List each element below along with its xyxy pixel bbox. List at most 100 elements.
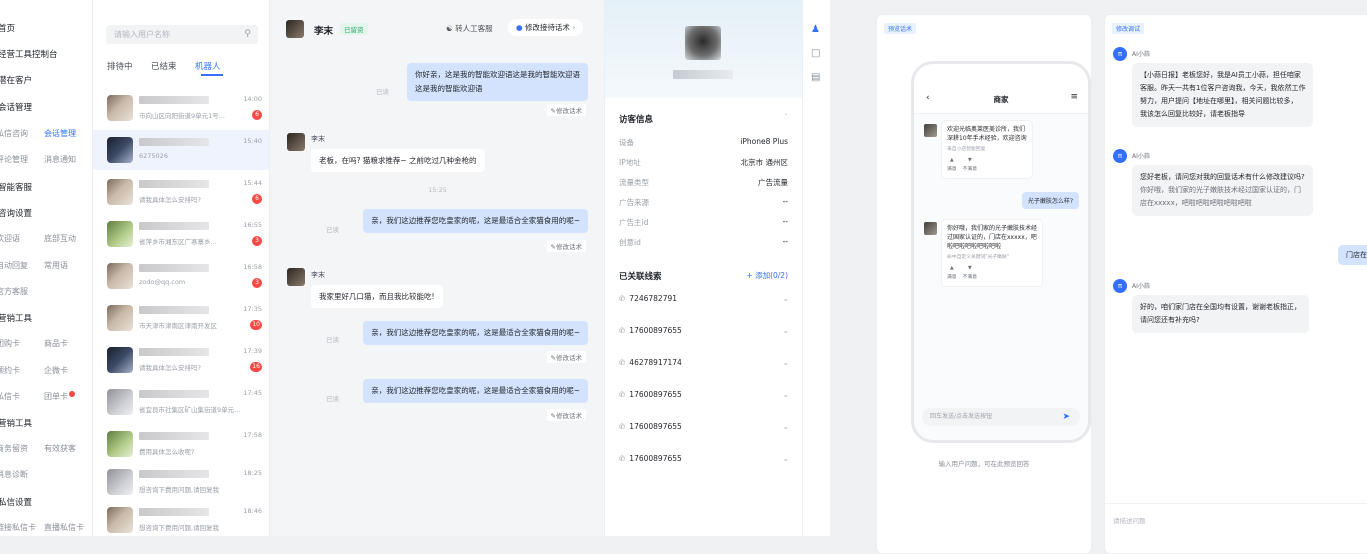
lead-item[interactable]: ✆ 46278917174 ⌄ bbox=[619, 358, 789, 367]
user-icon[interactable]: ♟ bbox=[811, 24, 820, 35]
sidebar-item-official[interactable]: 官方客服 bbox=[0, 286, 28, 297]
sidebar-item-acquire[interactable]: 有效获客 bbox=[44, 443, 76, 454]
chevron-up-icon[interactable]: ˆ bbox=[784, 113, 788, 122]
conversation-item[interactable]: zodo@qq.com 16:58 3 bbox=[93, 256, 269, 296]
ai-message: 好的，咱们家门店在全国均有设置，谢谢老板指正， 请问您还有补充吗? bbox=[1132, 295, 1309, 333]
like-label: 满意 bbox=[947, 167, 957, 172]
like-button[interactable]: ▲ 满意 bbox=[947, 156, 957, 174]
field-value: -- bbox=[782, 217, 788, 226]
field-label: 广告主id bbox=[619, 218, 649, 227]
lead-item[interactable]: ✆ 17600897655 ⌄ bbox=[619, 422, 789, 431]
sidebar-item-team-card[interactable]: 团单卡 bbox=[44, 391, 75, 402]
sidebar-group-session[interactable]: 会话管理 bbox=[0, 101, 32, 113]
sidebar-group-ai-service[interactable]: 智能客服 bbox=[0, 181, 32, 193]
lead-item[interactable]: ✆ 17600897655 ⌄ bbox=[619, 454, 789, 463]
transfer-human-button[interactable]: ☯ 转人工客服 bbox=[446, 23, 493, 34]
sidebar-item-business[interactable]: 商务留资 bbox=[0, 443, 28, 454]
phone-title: 商家 bbox=[993, 95, 1009, 104]
avatar bbox=[107, 221, 133, 247]
edit-script-button[interactable]: ✎修改话术 bbox=[546, 351, 586, 363]
conversation-item[interactable]: 想咨询下费用问题,请回复我 18:25 bbox=[93, 462, 269, 502]
sidebar-item-goods-card[interactable]: 商品卡 bbox=[44, 338, 68, 349]
conversation-item[interactable]: 市天津市津南区津南开发区 17:35 10 bbox=[93, 298, 269, 338]
send-icon[interactable]: ➤ bbox=[1062, 408, 1070, 426]
sidebar-item-comment[interactable]: 评论管理 bbox=[0, 154, 28, 165]
tab-underline bbox=[201, 74, 223, 76]
merchant-avatar bbox=[924, 222, 937, 235]
chevron-down-icon: ⌄ bbox=[782, 294, 789, 303]
sidebar-item-session-manage[interactable]: 会话管理 bbox=[44, 128, 76, 139]
sidebar-item-notify[interactable]: 消息通知 bbox=[44, 154, 76, 165]
bot-message-text: 欢迎光临奥莱医美诊所，我们 深耕10年手术经验，欢迎咨询 bbox=[947, 126, 1027, 142]
sidebar-item-common[interactable]: 常用语 bbox=[44, 260, 68, 271]
sidebar-group-marketing2[interactable]: 营销工具 bbox=[0, 417, 32, 429]
edit-script-button[interactable]: ✎修改话术 bbox=[546, 240, 586, 252]
lead-item[interactable]: ✆ 17600897655 ⌄ bbox=[619, 326, 789, 335]
sidebar-group-consult[interactable]: 咨询设置 bbox=[0, 207, 32, 219]
sidebar-item-book-card[interactable]: 预约卡 bbox=[0, 365, 20, 376]
tab-ended[interactable]: 已结束 bbox=[151, 60, 177, 72]
conversation-item[interactable]: 市向山区向阳街道9单元1号... 14:00 6 bbox=[93, 88, 269, 128]
sidebar-item-live-dm-card[interactable]: 直播私信卡 bbox=[44, 522, 84, 533]
lead-item[interactable]: ✆ 17600897655 ⌄ bbox=[619, 390, 789, 399]
conversation-item[interactable]: 省萍乡市湘东区广寒寨乡... 16:55 3 bbox=[93, 214, 269, 254]
sidebar-item-console[interactable]: 经营工具控制台 bbox=[0, 48, 58, 60]
message-note: 命中自定义关键词"光子嫩肤" bbox=[947, 255, 1009, 260]
message-time: 16:58 bbox=[243, 263, 262, 271]
sender-name: 李末 bbox=[311, 271, 325, 279]
field-value: -- bbox=[782, 237, 788, 246]
ai-avatar: π bbox=[1113, 149, 1127, 163]
bot-message-text: 你好哦，我们家的光子嫩肤技术经 过国家认证的，门店在xxxxx，吧 啦吧啦吧啦吧… bbox=[947, 225, 1038, 250]
debug-input[interactable]: 请描述问题➤ bbox=[1105, 503, 1367, 537]
chat-header: 李末 已留资 ☯ 转人工客服 ● 修改接待话术 › bbox=[270, 0, 604, 52]
sidebar-group-dm-settings[interactable]: 私信设置 bbox=[0, 496, 32, 508]
sidebar-item-link-dm-card[interactable]: 链接私信卡 bbox=[0, 522, 36, 533]
sidebar-item-bottom[interactable]: 底部互动 bbox=[44, 233, 76, 244]
avatar bbox=[107, 389, 133, 415]
document-icon[interactable]: ▤ bbox=[811, 72, 820, 83]
sidebar-item-diagnose[interactable]: 消息诊断 bbox=[0, 469, 28, 480]
user-name-blurred bbox=[139, 138, 209, 146]
sidebar-item-group-card[interactable]: 团购卡 bbox=[0, 338, 20, 349]
tab-robot[interactable]: 机器人 bbox=[195, 60, 221, 72]
search-icon[interactable]: ⚲ bbox=[244, 25, 251, 44]
sidebar-item-dm-card[interactable]: 私信卡 bbox=[0, 391, 20, 402]
chevron-right-icon: › bbox=[569, 23, 576, 32]
dislike-label: 不满意 bbox=[962, 275, 978, 280]
edit-script-button[interactable]: ✎修改话术 bbox=[546, 409, 586, 421]
user-name-blurred bbox=[139, 180, 209, 188]
lead-item[interactable]: ✆ 7246782791 ⌄ bbox=[619, 294, 789, 303]
sidebar-item-welcome[interactable]: 欢迎语 bbox=[0, 233, 20, 244]
sidebar-item-autoreply[interactable]: 自动回复 bbox=[0, 260, 28, 271]
dislike-button[interactable]: ▼ 不满意 bbox=[963, 264, 977, 282]
field-label: IP地址 bbox=[619, 158, 641, 167]
conversation-item[interactable]: 费用具体怎么收呢? 17:58 bbox=[93, 424, 269, 464]
like-button[interactable]: ▲ 满意 bbox=[947, 264, 957, 282]
lead-phone: 17600897655 bbox=[629, 390, 682, 399]
message-icon[interactable]: □ bbox=[811, 48, 820, 59]
conversation-item-selected[interactable]: 6275026 15:40 bbox=[93, 130, 269, 170]
sidebar-item-leads[interactable]: 潜在客户 bbox=[0, 74, 32, 86]
sidebar-item-dm[interactable]: 私信咨询 bbox=[0, 128, 28, 139]
ai-message: 您好老板，请问您对我的回复话术有什么修改建议吗? 你好哦，我们家的光子嫩肤技术经过… bbox=[1132, 165, 1313, 216]
user-name-blurred bbox=[139, 222, 209, 230]
sidebar-item-wecom-card[interactable]: 企微卡 bbox=[44, 365, 68, 376]
sidebar-group-marketing[interactable]: 营销工具 bbox=[0, 312, 32, 324]
preview-tag: 预览话术 bbox=[884, 23, 917, 34]
menu-icon[interactable]: ≡ bbox=[1070, 92, 1078, 102]
conversation-item[interactable]: 请我具体怎么安排吗? 15:44 6 bbox=[93, 172, 269, 212]
bot-message: 你好亲，这是我的智能欢迎语这是我的智能欢迎语 这是我的智能欢迎语 bbox=[407, 63, 588, 101]
modify-script-button[interactable]: ● 修改接待话术 › bbox=[508, 19, 584, 36]
sidebar-item-home[interactable]: 首页 bbox=[0, 22, 15, 34]
search-input[interactable]: 请输入用户名称 ⚲ bbox=[106, 25, 258, 44]
add-lead-button[interactable]: + 添加(0/2) bbox=[746, 270, 788, 281]
conversation-item[interactable]: 省宜良市社集区矿山集街道9单元... 17:45 bbox=[93, 382, 269, 422]
dislike-button[interactable]: ▼ 不满意 bbox=[963, 156, 977, 174]
contact-avatar bbox=[286, 20, 304, 38]
phone-icon: ✆ bbox=[619, 422, 626, 431]
conversation-item[interactable]: 请我具体怎么安排吗? 17:39 16 bbox=[93, 340, 269, 380]
tab-waiting[interactable]: 排待中 bbox=[107, 60, 133, 72]
phone-input[interactable]: 回车发送/点击发送按钮 ➤ bbox=[922, 408, 1080, 426]
edit-script-button[interactable]: ✎修改话术 bbox=[546, 104, 586, 116]
conversation-item[interactable]: 想咨询下费用问题,请回复我 18:46 bbox=[93, 500, 269, 536]
